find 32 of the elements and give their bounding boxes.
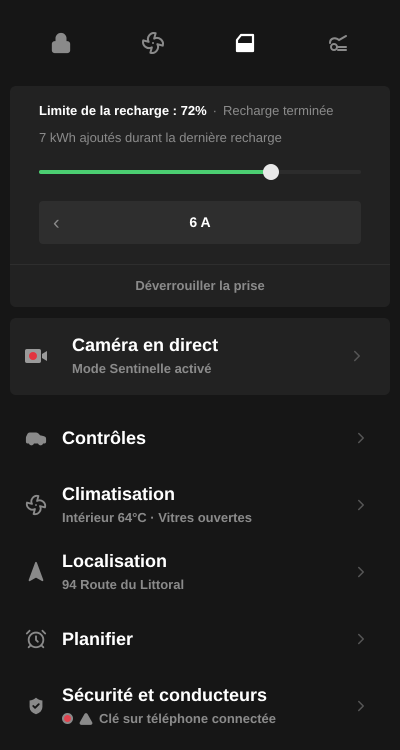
menu-item-subtitle: Intérieur 64°C · Vitres ouvertes bbox=[62, 509, 252, 527]
fan-icon bbox=[140, 31, 165, 55]
menu-item-title: Contrôles bbox=[62, 426, 148, 450]
charge-limit-label: Limite de la recharge : 72% bbox=[39, 102, 207, 120]
menu-item[interactable]: Sécurité et conducteurs Clé sur téléphone connectée bbox=[0, 672, 400, 740]
menu-item-title: Planifier bbox=[62, 628, 134, 650]
energy-added-text: 7 kWh ajoutés durant la dernière recharge bbox=[39, 128, 283, 147]
camera-icon bbox=[24, 347, 48, 365]
menu-item-title: Climatisation bbox=[62, 482, 176, 505]
alarm-clock-icon bbox=[25, 628, 47, 650]
menu-item-title: Localisation bbox=[62, 550, 168, 572]
camera-card[interactable]: Caméra en direct Mode Sentinelle activé bbox=[10, 318, 390, 394]
lock-icon bbox=[50, 32, 72, 54]
menu-item[interactable]: Contrôles bbox=[0, 404, 400, 472]
decrease-button[interactable]: ‹ bbox=[53, 212, 60, 232]
charge-limit-slider[interactable] bbox=[39, 164, 361, 180]
menu-item-subtitle: Clé sur téléphone connectée bbox=[99, 710, 276, 728]
camera-title: Caméra en direct bbox=[72, 334, 220, 356]
warning-icon bbox=[79, 712, 93, 726]
fan-icon bbox=[25, 494, 47, 516]
current-value: 6 A bbox=[189, 213, 211, 232]
menu-item[interactable]: Planifier bbox=[0, 606, 400, 672]
charge-status: Recharge terminée bbox=[222, 102, 334, 120]
unlock-port-button[interactable]: Déverrouiller la prise bbox=[135, 276, 265, 296]
menu-item[interactable]: Localisation 94 Route du Littoral bbox=[0, 538, 400, 606]
menu-item-subtitle: 94 Route du Littoral bbox=[62, 576, 184, 594]
separator-dot: · bbox=[212, 102, 217, 120]
camera-subtitle: Mode Sentinelle activé bbox=[72, 360, 212, 378]
menu-item-title: Sécurité et conducteurs bbox=[62, 684, 268, 706]
current-stepper[interactable]: ‹ 6 A bbox=[39, 201, 361, 244]
menu-item[interactable]: Climatisation Intérieur 64°C · Vitres ouvertes bbox=[0, 472, 400, 538]
slider-thumb[interactable] bbox=[262, 164, 279, 180]
